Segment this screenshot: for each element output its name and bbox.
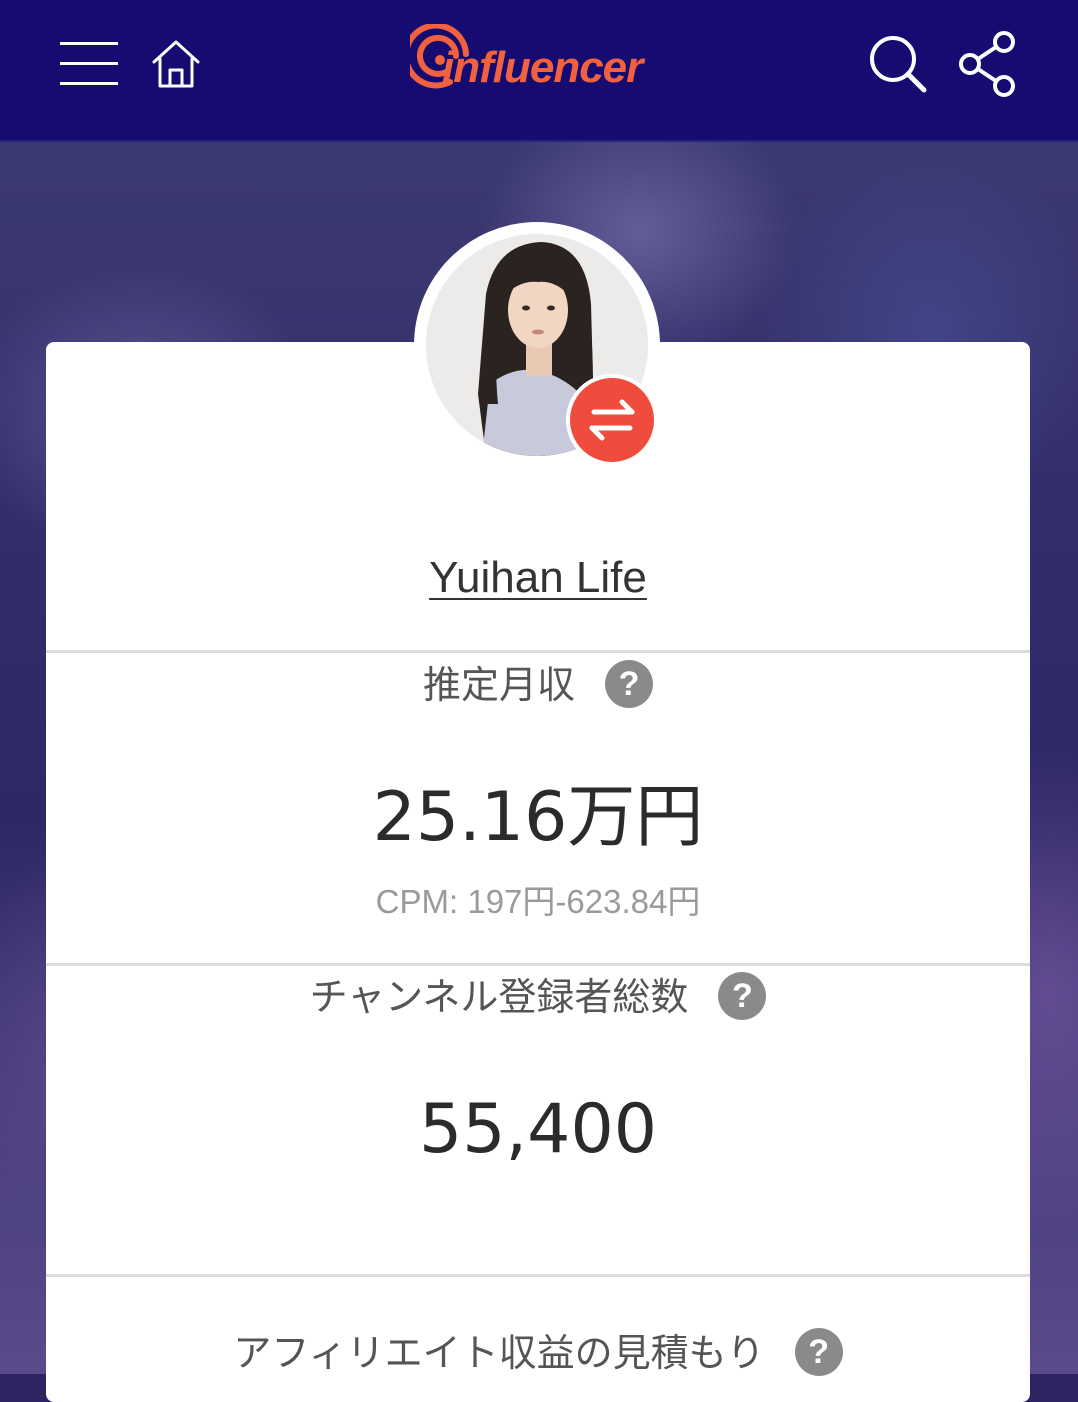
subscribers-value: 55,400: [419, 1090, 657, 1169]
help-icon[interactable]: ?: [718, 971, 767, 1020]
section-divider: [46, 650, 1030, 653]
cpm-range: CPM: 197円-623.84円: [375, 883, 701, 920]
top-nav-bar: influencer: [0, 0, 1078, 142]
channel-name-link[interactable]: Yuihan Life: [429, 553, 647, 602]
subscribers-label: チャンネル登録者総数: [309, 975, 689, 1019]
section-divider: [46, 963, 1030, 966]
swap-arrows-icon: [589, 399, 635, 441]
share-icon[interactable]: [956, 30, 1020, 98]
help-icon[interactable]: ?: [605, 659, 653, 708]
affiliate-estimate-heading: アフィリエイト収益の見積もり?: [46, 1327, 1030, 1380]
channel-name-container: Yuihan Life: [46, 548, 1030, 608]
subscribers-heading: チャンネル登録者総数?: [46, 971, 1030, 1024]
search-icon[interactable]: [866, 32, 930, 96]
profile-stats-card: [46, 342, 1030, 1402]
help-icon[interactable]: ?: [794, 1327, 843, 1376]
monthly-income-heading: 推定月収?: [46, 659, 1030, 712]
affiliate-estimate-label: アフィリエイト収益の見積もり: [233, 1331, 765, 1375]
monthly-income-value: 25.16万円: [372, 778, 704, 857]
hamburger-menu-icon[interactable]: [58, 38, 120, 90]
monthly-income-label: 推定月収: [422, 663, 575, 707]
home-icon[interactable]: [148, 36, 204, 92]
switch-account-button[interactable]: [566, 374, 658, 466]
section-divider: [46, 1274, 1030, 1277]
logo-text: influencer: [442, 43, 643, 92]
